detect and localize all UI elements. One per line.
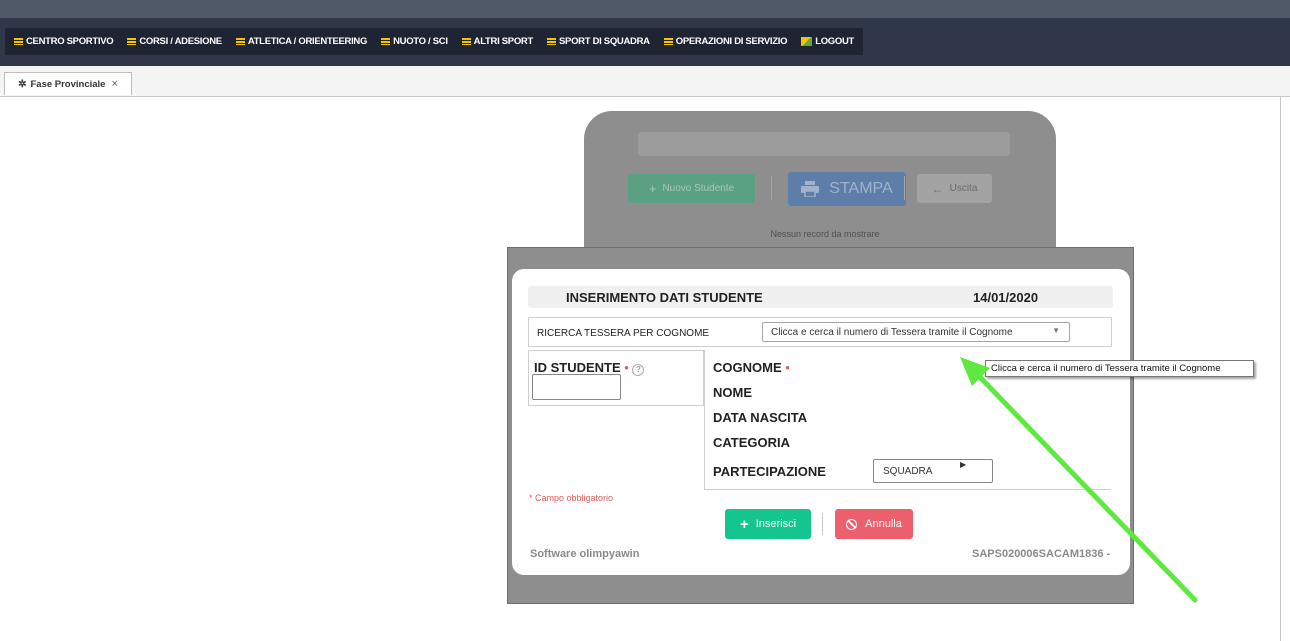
annotation-arrow-icon bbox=[960, 357, 1198, 603]
